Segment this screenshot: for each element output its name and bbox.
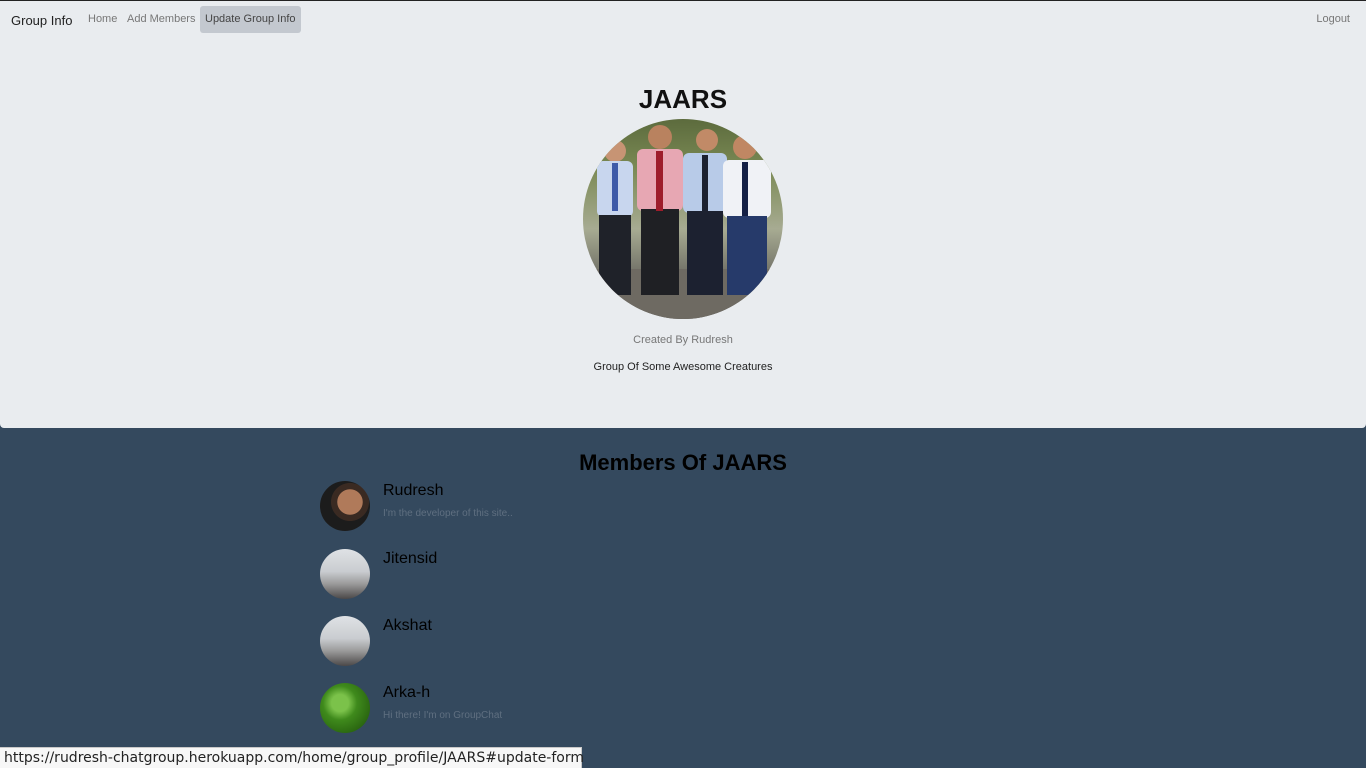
member-item[interactable]: Rudresh I'm the developer of this site..	[320, 481, 720, 531]
avatar	[320, 616, 370, 666]
group-title: JAARS	[638, 84, 728, 114]
member-item[interactable]: Arka-h Hi there! I'm on GroupChat	[320, 683, 720, 733]
nav-home-link[interactable]: Home	[88, 13, 117, 25]
nav-add-members-link[interactable]: Add Members	[127, 13, 195, 25]
group-photo	[583, 119, 783, 319]
avatar	[320, 481, 370, 531]
group-photo-image	[583, 125, 783, 319]
member-item[interactable]: Jitensid	[320, 549, 720, 599]
created-by-text: Created By Rudresh	[633, 334, 733, 346]
member-name[interactable]: Jitensid	[383, 550, 437, 568]
person-figure-2	[637, 125, 683, 295]
avatar	[320, 683, 370, 733]
person-figure-4	[723, 135, 771, 295]
group-description: Group Of Some Awesome Creatures	[593, 361, 773, 373]
member-status: Hi there! I'm on GroupChat	[383, 710, 503, 721]
person-figure-3	[683, 129, 727, 295]
nav-update-group-info-link[interactable]: Update Group Info	[200, 6, 301, 33]
navbar-brand[interactable]: Group Info	[11, 13, 72, 28]
member-name[interactable]: Arka-h	[383, 684, 430, 702]
navbar: Group Info Home Add Members Update Group…	[0, 1, 1366, 39]
member-name[interactable]: Rudresh	[383, 482, 443, 500]
member-status: I'm the developer of this site..	[383, 508, 513, 519]
logout-link[interactable]: Logout	[1316, 13, 1350, 25]
members-section-title: Members Of JAARS	[579, 450, 787, 475]
member-item[interactable]: Akshat	[320, 616, 720, 666]
person-figure-1	[597, 140, 633, 295]
avatar	[320, 549, 370, 599]
member-name[interactable]: Akshat	[383, 617, 432, 635]
group-header-panel: Group Info Home Add Members Update Group…	[0, 0, 1366, 428]
browser-status-bar: https://rudresh-chatgroup.herokuapp.com/…	[0, 747, 584, 768]
